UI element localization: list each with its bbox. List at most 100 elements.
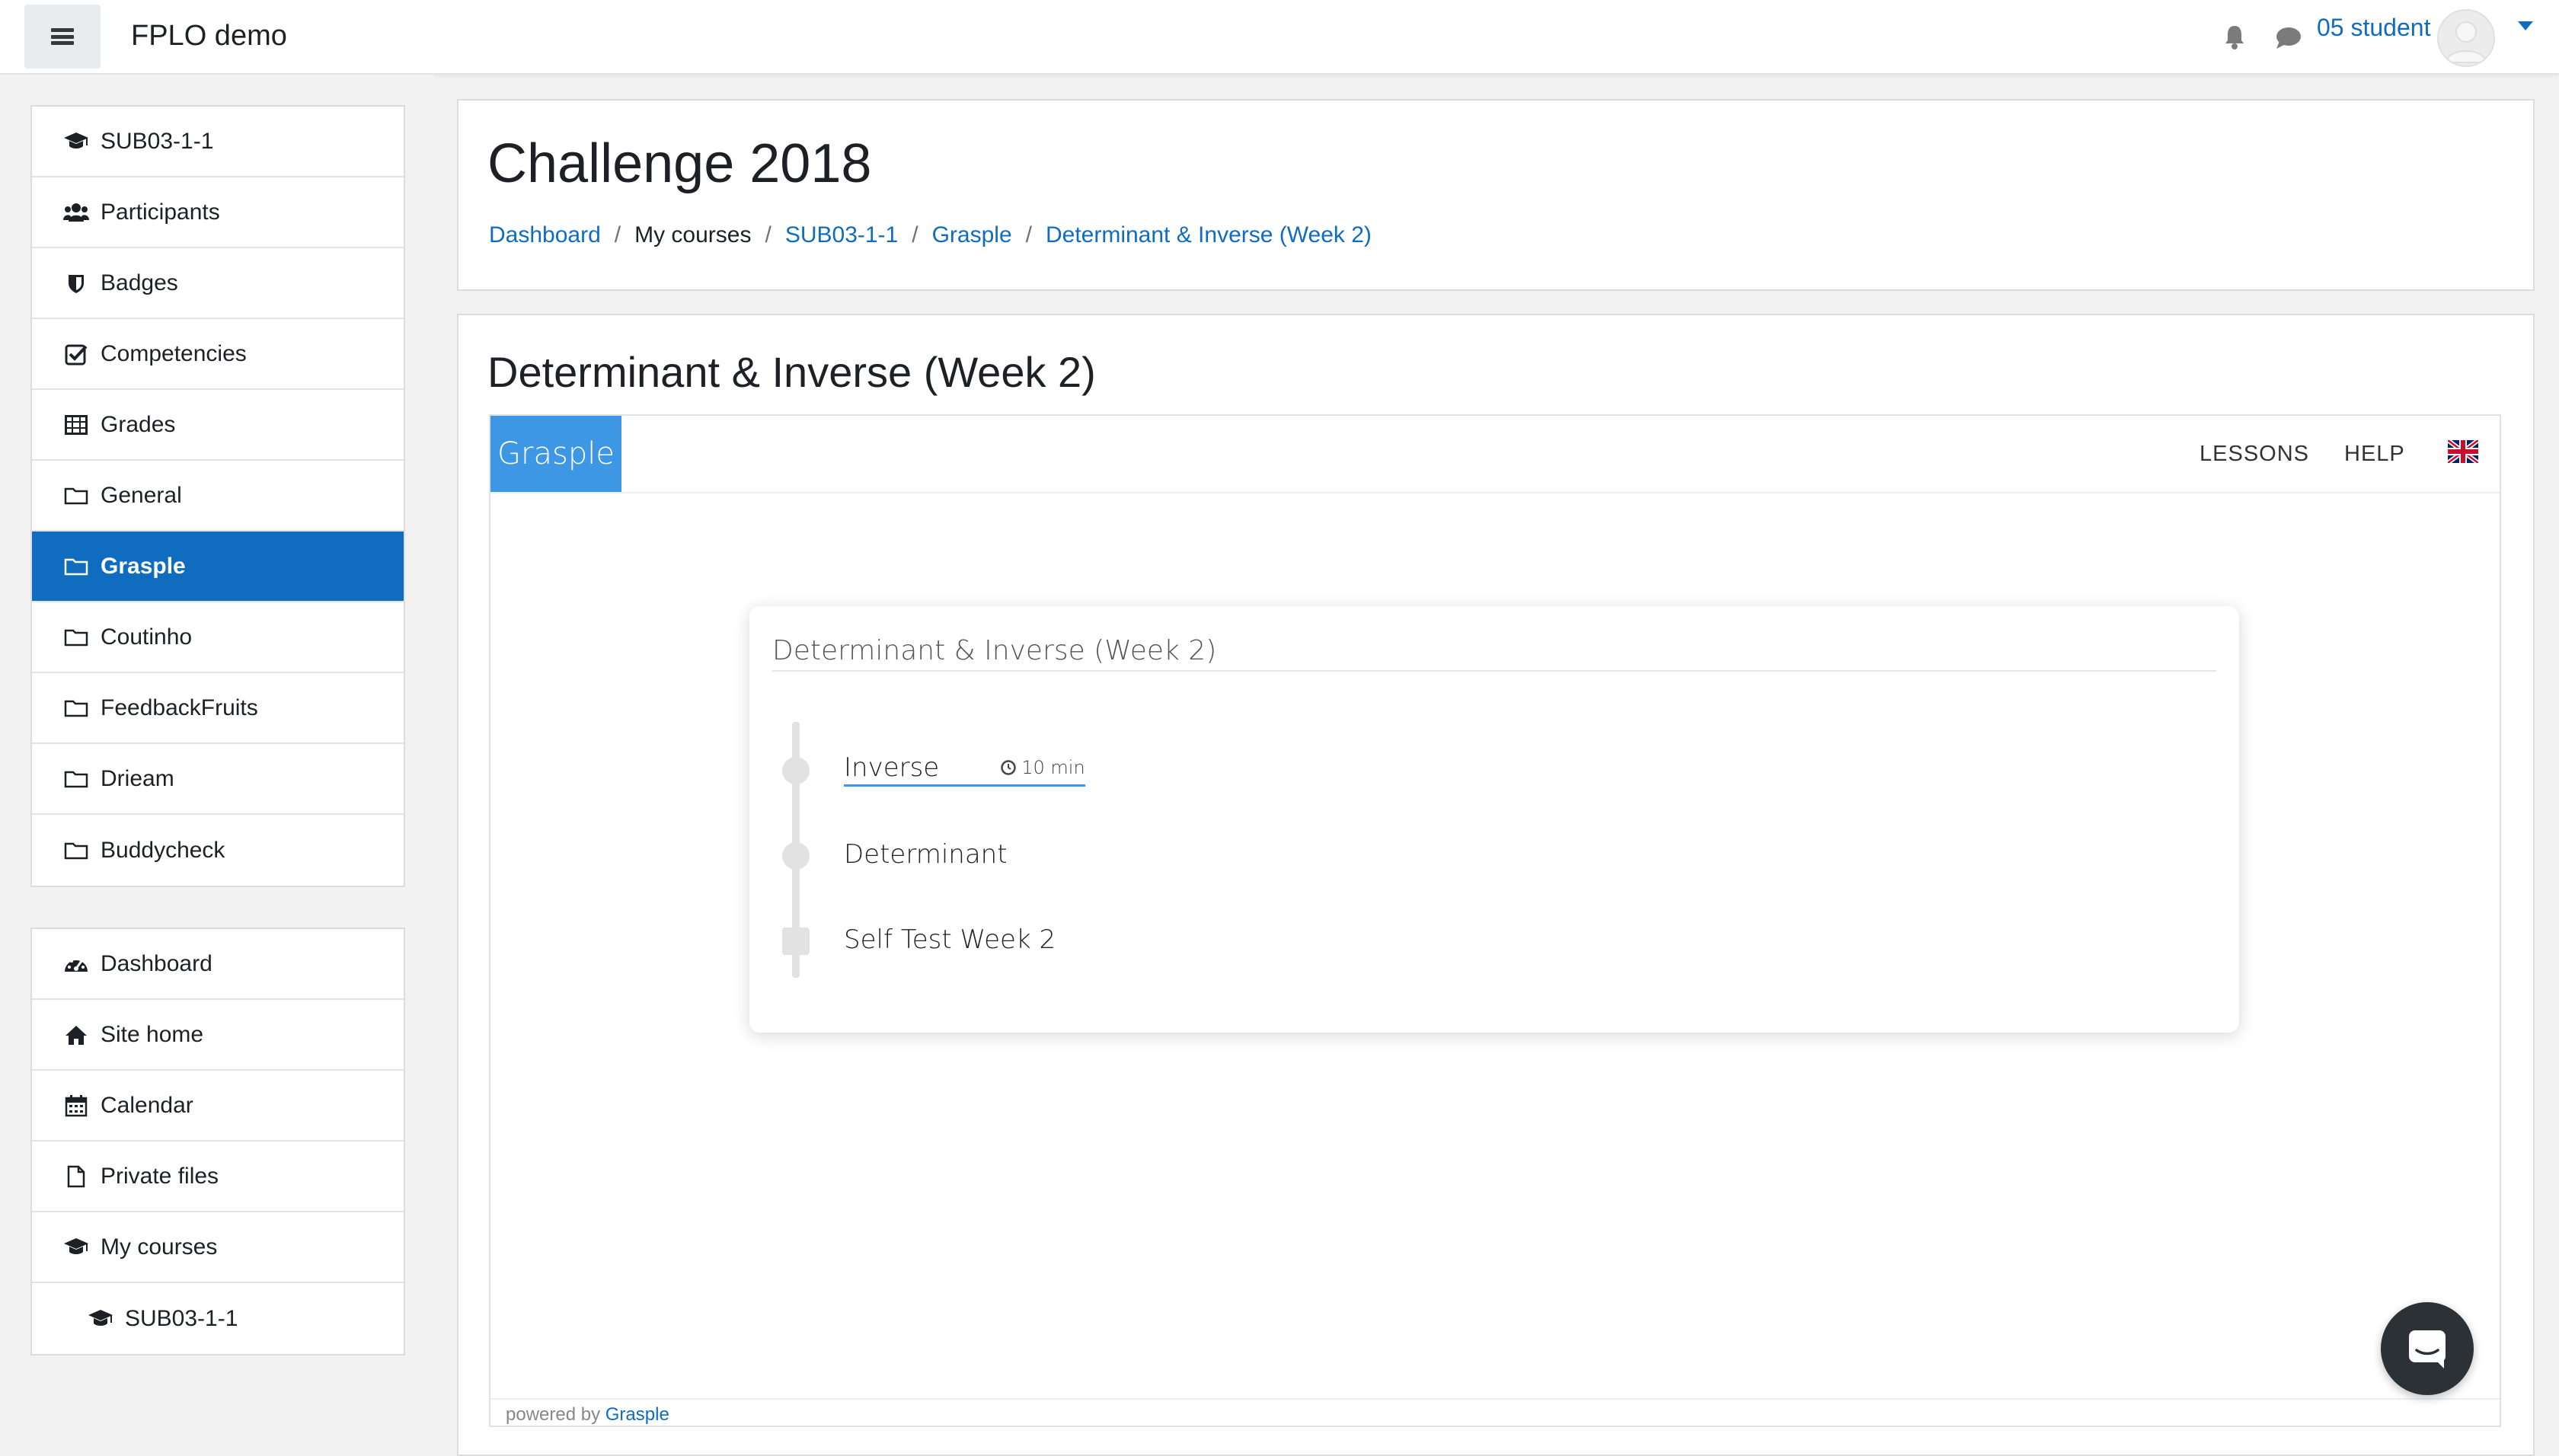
folder-icon bbox=[62, 694, 90, 722]
lesson-card-title: Determinant & Inverse (Week 2) bbox=[772, 635, 1217, 666]
chevron-down-icon[interactable] bbox=[2518, 21, 2533, 30]
clock-icon bbox=[1001, 760, 1016, 775]
shield-icon bbox=[62, 270, 90, 297]
breadcrumb-separator: / bbox=[912, 222, 918, 247]
lesson-node bbox=[782, 842, 810, 870]
course-nav-list: SUB03-1-1 Participants Badges Competenci… bbox=[30, 105, 405, 887]
support-chat-button[interactable] bbox=[2381, 1302, 2474, 1395]
lesson-node bbox=[782, 757, 810, 784]
lesson-item-inverse[interactable]: Inverse 10 min bbox=[844, 752, 1085, 787]
graduation-cap-icon bbox=[62, 1234, 90, 1261]
powered-by-text: powered by Grasple bbox=[506, 1404, 669, 1426]
sidebar-item-calendar[interactable]: Calendar bbox=[32, 1071, 404, 1141]
lesson-name: Inverse bbox=[844, 752, 940, 783]
sidebar-item-label: Dashboard bbox=[101, 950, 212, 976]
sidebar-item-course-sub[interactable]: SUB03-1-1 bbox=[32, 1283, 404, 1354]
duration-text: 10 min bbox=[1021, 757, 1085, 778]
sidebar-item-course[interactable]: SUB03-1-1 bbox=[32, 107, 404, 177]
nav-drawer: SUB03-1-1 Participants Badges Competenci… bbox=[0, 75, 434, 1450]
graduation-cap-icon bbox=[62, 128, 90, 155]
sidebar-item-grasple[interactable]: Grasple bbox=[32, 532, 404, 602]
sidebar-item-drieam[interactable]: Drieam bbox=[32, 744, 404, 815]
sidebar-item-label: General bbox=[101, 482, 182, 508]
folder-icon bbox=[62, 765, 90, 793]
sidebar-item-label: Grades bbox=[101, 411, 176, 437]
sidebar-item-site-home[interactable]: Site home bbox=[32, 1000, 404, 1071]
sidebar-item-label: SUB03-1-1 bbox=[101, 128, 214, 154]
hamburger-icon bbox=[51, 28, 74, 45]
sidebar-item-label: Private files bbox=[101, 1163, 219, 1189]
sidebar-item-label: My courses bbox=[101, 1234, 218, 1260]
sidebar-item-competencies[interactable]: Competencies bbox=[32, 319, 404, 390]
graduation-cap-icon bbox=[87, 1305, 114, 1333]
user-avatar[interactable] bbox=[2437, 9, 2495, 67]
help-menu-link[interactable]: HELP bbox=[2344, 442, 2405, 467]
lesson-item-self-test[interactable]: Self Test Week 2 bbox=[844, 924, 1056, 955]
breadcrumb-separator: / bbox=[1025, 222, 1032, 247]
sidebar-item-label: Calendar bbox=[101, 1092, 193, 1118]
breadcrumb-my-courses: My courses bbox=[634, 222, 752, 247]
page-title: Challenge 2018 bbox=[487, 133, 872, 194]
sidebar-item-private-files[interactable]: Private files bbox=[32, 1141, 404, 1212]
home-icon bbox=[62, 1021, 90, 1049]
breadcrumb-dashboard[interactable]: Dashboard bbox=[489, 222, 601, 248]
breadcrumb-separator: / bbox=[614, 222, 621, 247]
site-name[interactable]: FPLO demo bbox=[131, 20, 287, 53]
sidebar-item-my-courses[interactable]: My courses bbox=[32, 1212, 404, 1283]
dashboard-icon bbox=[62, 950, 90, 978]
sidebar-item-buddycheck[interactable]: Buddycheck bbox=[32, 815, 404, 886]
sidebar-item-badges[interactable]: Badges bbox=[32, 248, 404, 319]
lesson-item-determinant[interactable]: Determinant bbox=[844, 839, 1008, 870]
page-header: Challenge 2018 Dashboard / My courses / … bbox=[457, 99, 2535, 291]
uk-flag-icon[interactable] bbox=[2448, 440, 2478, 463]
divider bbox=[772, 670, 2216, 672]
sidebar-item-coutinho[interactable]: Coutinho bbox=[32, 602, 404, 673]
activity-title: Determinant & Inverse (Week 2) bbox=[487, 348, 1096, 396]
powered-by-prefix: powered by bbox=[506, 1404, 601, 1425]
breadcrumb-separator: / bbox=[765, 222, 772, 247]
sidebar-item-label: SUB03-1-1 bbox=[125, 1305, 238, 1331]
sidebar-item-dashboard[interactable]: Dashboard bbox=[32, 929, 404, 1000]
sidebar-item-grades[interactable]: Grades bbox=[32, 390, 404, 461]
site-nav-list: Dashboard Site home Calendar Private fil… bbox=[30, 928, 405, 1355]
folder-icon bbox=[62, 553, 90, 580]
grasple-footer-link[interactable]: Grasple bbox=[605, 1404, 669, 1425]
folder-icon bbox=[62, 837, 90, 864]
messages-icon[interactable] bbox=[2273, 23, 2303, 53]
sidebar-item-label: Drieam bbox=[101, 765, 174, 791]
users-icon bbox=[62, 199, 90, 226]
grasple-logo[interactable]: Grasple bbox=[490, 416, 621, 492]
chat-icon bbox=[2409, 1330, 2446, 1368]
test-node bbox=[782, 928, 810, 955]
folder-icon bbox=[62, 624, 90, 651]
lesson-list-card: Determinant & Inverse (Week 2) Inverse 1… bbox=[749, 606, 2239, 1033]
grasple-header: Grasple LESSONS HELP bbox=[490, 416, 2500, 493]
sidebar-item-label: Coutinho bbox=[101, 624, 193, 650]
user-menu-name[interactable]: 05 student bbox=[2317, 14, 2430, 42]
lesson-duration: 10 min bbox=[1000, 757, 1085, 778]
sidebar-item-label: Participants bbox=[101, 199, 220, 225]
sidebar-item-label: Competencies bbox=[101, 340, 247, 366]
avatar-icon bbox=[2445, 21, 2487, 63]
breadcrumb-section[interactable]: Grasple bbox=[932, 222, 1012, 248]
drawer-toggle-button[interactable] bbox=[24, 5, 101, 69]
bell-icon[interactable] bbox=[2219, 21, 2250, 52]
sidebar-item-label: Buddycheck bbox=[101, 837, 225, 863]
activity-region: Determinant & Inverse (Week 2) Grasple L… bbox=[457, 314, 2535, 1456]
breadcrumb-course[interactable]: SUB03-1-1 bbox=[785, 222, 898, 248]
grasple-footer: powered by Grasple bbox=[490, 1398, 2500, 1429]
sidebar-item-label: Badges bbox=[101, 270, 178, 295]
table-icon bbox=[62, 411, 90, 439]
breadcrumb-activity[interactable]: Determinant & Inverse (Week 2) bbox=[1046, 222, 1372, 248]
sidebar-item-label: FeedbackFruits bbox=[101, 694, 258, 720]
sidebar-item-participants[interactable]: Participants bbox=[32, 177, 404, 248]
lessons-menu-link[interactable]: LESSONS bbox=[2200, 442, 2309, 467]
calendar-icon bbox=[62, 1092, 90, 1119]
breadcrumb: Dashboard / My courses / SUB03-1-1 / Gra… bbox=[489, 222, 1372, 248]
sidebar-item-feedbackfruits[interactable]: FeedbackFruits bbox=[32, 673, 404, 744]
sidebar-item-general[interactable]: General bbox=[32, 461, 404, 532]
folder-icon bbox=[62, 482, 90, 509]
sidebar-item-label: Site home bbox=[101, 1021, 204, 1047]
grasple-embed-frame: Grasple LESSONS HELP Determinant & Inver… bbox=[489, 414, 2501, 1427]
top-navbar: FPLO demo 05 student bbox=[0, 0, 2559, 75]
